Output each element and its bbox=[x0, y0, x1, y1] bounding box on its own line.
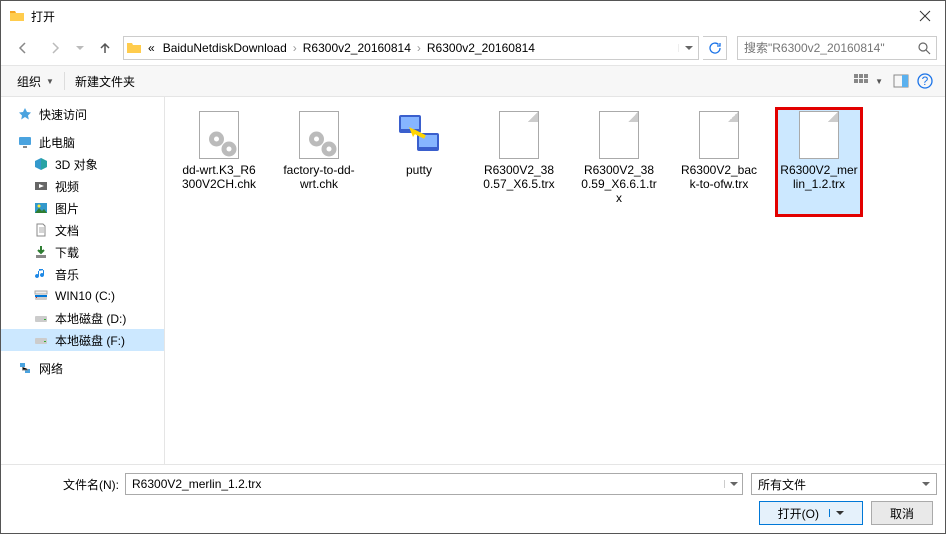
folder-icon bbox=[124, 40, 144, 56]
chevron-right-icon[interactable]: › bbox=[291, 41, 299, 55]
back-button[interactable] bbox=[9, 36, 37, 60]
search-input[interactable] bbox=[738, 41, 912, 55]
filter-label: 所有文件 bbox=[758, 476, 806, 493]
sidebar-network[interactable]: 网络 bbox=[1, 357, 164, 379]
file-icon bbox=[595, 111, 643, 159]
breadcrumb[interactable]: BaiduNetdiskDownload bbox=[159, 41, 291, 55]
filename-dropdown[interactable] bbox=[724, 480, 742, 488]
file-item[interactable]: dd-wrt.K3_R6300V2CH.chk bbox=[175, 107, 263, 217]
preview-pane-button[interactable] bbox=[889, 69, 913, 93]
open-split-dropdown[interactable] bbox=[829, 509, 844, 517]
sidebar-item-videos[interactable]: 视频 bbox=[1, 175, 164, 197]
view-button[interactable] bbox=[849, 69, 873, 93]
star-icon bbox=[17, 106, 33, 122]
new-folder-button[interactable]: 新建文件夹 bbox=[67, 70, 143, 93]
cube-icon bbox=[33, 156, 49, 172]
file-name: R6300V2_back-to-ofw.trx bbox=[679, 163, 759, 191]
open-button[interactable]: 打开(O) bbox=[759, 501, 863, 525]
sidebar-label: 图片 bbox=[55, 200, 79, 217]
filter-dropdown[interactable] bbox=[922, 480, 930, 488]
sidebar-label: 文档 bbox=[55, 222, 79, 239]
close-button[interactable] bbox=[905, 1, 945, 31]
filename-combobox[interactable] bbox=[125, 473, 743, 495]
sidebar-label: 3D 对象 bbox=[55, 156, 98, 173]
sidebar-item-drive-d[interactable]: 本地磁盘 (D:) bbox=[1, 307, 164, 329]
sidebar-item-3d[interactable]: 3D 对象 bbox=[1, 153, 164, 175]
title-bar: 打开 bbox=[1, 1, 945, 31]
navigation-pane: 快速访问 此电脑 3D 对象 视频 图片 文档 下载 音乐 WIN10 (C:)… bbox=[1, 97, 165, 464]
file-name: R6300V2_380.57_X6.5.trx bbox=[479, 163, 559, 191]
file-icon bbox=[795, 111, 843, 159]
sidebar-label: 本地磁盘 (D:) bbox=[55, 310, 126, 327]
breadcrumb[interactable]: R6300v2_20160814 bbox=[299, 41, 415, 55]
sidebar-item-documents[interactable]: 文档 bbox=[1, 219, 164, 241]
download-icon bbox=[33, 244, 49, 260]
breadcrumb-prefix: « bbox=[144, 41, 159, 55]
file-item[interactable]: R6300V2_merlin_1.2.trx bbox=[775, 107, 863, 217]
drive-icon bbox=[33, 332, 49, 348]
sidebar-label: 下载 bbox=[55, 244, 79, 261]
sidebar-label: 此电脑 bbox=[39, 134, 75, 151]
document-icon bbox=[33, 222, 49, 238]
sidebar-label: 快速访问 bbox=[39, 106, 87, 123]
breadcrumbs: « BaiduNetdiskDownload › R6300v2_2016081… bbox=[144, 41, 678, 55]
file-icon bbox=[695, 111, 743, 159]
sidebar-label: 网络 bbox=[39, 360, 63, 377]
view-dropdown[interactable]: ▼ bbox=[875, 77, 883, 86]
filename-input[interactable] bbox=[126, 477, 724, 491]
forward-button[interactable] bbox=[41, 36, 69, 60]
file-item[interactable]: putty bbox=[375, 107, 463, 217]
sidebar-this-pc[interactable]: 此电脑 bbox=[1, 131, 164, 153]
search-icon[interactable] bbox=[912, 42, 936, 55]
window-title: 打开 bbox=[31, 8, 55, 25]
file-list[interactable]: dd-wrt.K3_R6300V2CH.chkfactory-to-dd-wrt… bbox=[165, 97, 945, 464]
help-button[interactable]: ? bbox=[913, 69, 937, 93]
file-item[interactable]: R6300V2_back-to-ofw.trx bbox=[675, 107, 763, 217]
toolbar: 组织▼ 新建文件夹 ▼ ? bbox=[1, 65, 945, 97]
organize-button[interactable]: 组织▼ bbox=[9, 70, 62, 93]
sidebar-item-drive-f[interactable]: 本地磁盘 (F:) bbox=[1, 329, 164, 351]
file-name: R6300V2_380.59_X6.6.1.trx bbox=[579, 163, 659, 205]
navigation-bar: « BaiduNetdiskDownload › R6300v2_2016081… bbox=[1, 31, 945, 65]
bottom-panel: 文件名(N): 所有文件 打开(O) 取消 bbox=[1, 464, 945, 533]
file-icon bbox=[295, 111, 343, 159]
file-icon bbox=[195, 111, 243, 159]
sidebar-label: 本地磁盘 (F:) bbox=[55, 332, 125, 349]
drive-icon bbox=[33, 288, 49, 304]
filename-label: 文件名(N): bbox=[9, 476, 125, 493]
drive-icon bbox=[33, 310, 49, 326]
sidebar-label: WIN10 (C:) bbox=[55, 289, 115, 303]
recent-dropdown[interactable] bbox=[73, 36, 87, 60]
search-box[interactable] bbox=[737, 36, 937, 60]
refresh-button[interactable] bbox=[703, 36, 727, 60]
network-icon bbox=[17, 360, 33, 376]
svg-text:?: ? bbox=[922, 74, 929, 88]
sidebar-item-pictures[interactable]: 图片 bbox=[1, 197, 164, 219]
music-icon bbox=[33, 266, 49, 282]
cancel-button[interactable]: 取消 bbox=[871, 501, 933, 525]
sidebar-item-downloads[interactable]: 下载 bbox=[1, 241, 164, 263]
address-dropdown[interactable] bbox=[678, 44, 698, 52]
file-item[interactable]: factory-to-dd-wrt.chk bbox=[275, 107, 363, 217]
file-name: R6300V2_merlin_1.2.trx bbox=[779, 163, 859, 191]
sidebar-quick-access[interactable]: 快速访问 bbox=[1, 103, 164, 125]
folder-icon bbox=[9, 8, 25, 24]
up-button[interactable] bbox=[91, 36, 119, 60]
file-icon bbox=[395, 111, 443, 159]
sidebar-item-drive-c[interactable]: WIN10 (C:) bbox=[1, 285, 164, 307]
picture-icon bbox=[33, 200, 49, 216]
sidebar-label: 音乐 bbox=[55, 266, 79, 283]
file-item[interactable]: R6300V2_380.59_X6.6.1.trx bbox=[575, 107, 663, 217]
chevron-right-icon[interactable]: › bbox=[415, 41, 423, 55]
file-item[interactable]: R6300V2_380.57_X6.5.trx bbox=[475, 107, 563, 217]
address-bar[interactable]: « BaiduNetdiskDownload › R6300v2_2016081… bbox=[123, 36, 699, 60]
sidebar-item-music[interactable]: 音乐 bbox=[1, 263, 164, 285]
filetype-filter[interactable]: 所有文件 bbox=[751, 473, 937, 495]
file-name: putty bbox=[406, 163, 432, 177]
sidebar-label: 视频 bbox=[55, 178, 79, 195]
file-icon bbox=[495, 111, 543, 159]
breadcrumb[interactable]: R6300v2_20160814 bbox=[423, 41, 539, 55]
pc-icon bbox=[17, 134, 33, 150]
video-icon bbox=[33, 178, 49, 194]
